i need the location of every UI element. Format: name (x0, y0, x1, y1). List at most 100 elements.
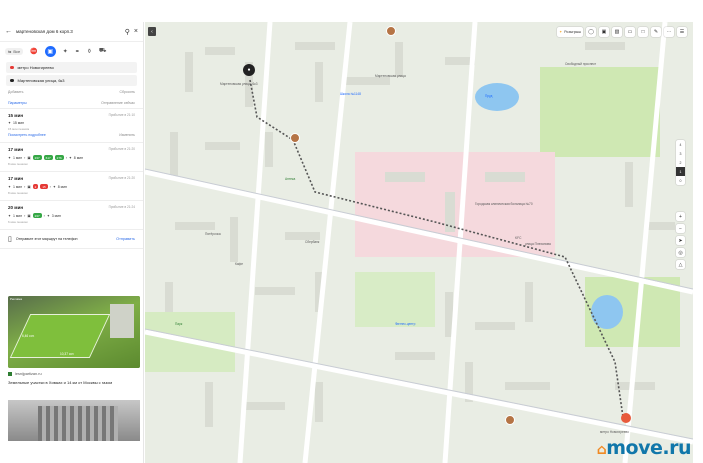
route-note: 8 мин пешком (8, 162, 28, 166)
map-label-poi[interactable]: Аптека (285, 177, 295, 181)
params-button[interactable]: Параметры (8, 101, 27, 105)
walk-duration: 1 мин (12, 184, 23, 189)
map-canvas[interactable]: Мартеновская улица, 6к3 Мартеновская ули… (145, 22, 693, 463)
route-step: 15 мин (12, 121, 25, 125)
ad-banner[interactable]: Реклама 6,46 сот. 10,37 сот. (8, 296, 140, 368)
zoom-in-icon[interactable]: + (676, 212, 685, 221)
route-option[interactable]: 20 мин Прибытие в 21:24 ✦ 1 мин › ▣ 237 › ✦ 3… (0, 201, 143, 230)
locate-icon[interactable]: ➤ (676, 236, 685, 245)
collapse-panel-icon[interactable]: ‹ (148, 27, 156, 36)
zoom-out-icon[interactable]: − (676, 224, 685, 233)
bus-layer-icon[interactable]: ▭ (625, 27, 635, 37)
route-option[interactable]: 17 мин Прибытие в 21:20 ✦ 1 мин › ▣ 2 15 › ✦… (0, 172, 143, 201)
search-icon[interactable]: ⚲ (125, 28, 130, 36)
route-time: 20 мин (8, 205, 24, 210)
floor-level[interactable]: 0 (676, 176, 685, 185)
photo-marker[interactable] (505, 415, 515, 425)
arrow-left-icon[interactable]: ← (5, 28, 12, 35)
ad-area-label: 10,37 сот. (60, 352, 75, 356)
change-link[interactable]: Изменить (119, 133, 135, 137)
route-option[interactable]: 17 мин Прибытие в 21:20 ✦ 1 мин › ▣ 237 617… (0, 143, 143, 172)
promo-button[interactable]: ✦ Розыгрыш (557, 27, 583, 37)
ad-source[interactable]: lesnijpartizan.ru (8, 372, 42, 376)
user-avatar[interactable] (386, 26, 396, 36)
floor-level-current[interactable]: 1 (676, 167, 685, 176)
building-shape (38, 406, 118, 441)
walk-duration: 8 мин (73, 155, 84, 160)
send-button[interactable]: Отправить (116, 237, 135, 241)
floor-selector: 4 3 2 1 0 (676, 140, 685, 185)
route-to-value: Мартеновская улица, 6к3 (17, 78, 65, 83)
floor-level[interactable]: 3 (676, 149, 685, 158)
send-text: Отправьте этот маршрут на телефон (15, 236, 78, 241)
close-icon[interactable]: × (134, 28, 138, 35)
reset-link[interactable]: Сбросить (119, 90, 135, 94)
map-label-poi[interactable]: Сбербанк (305, 240, 319, 244)
map-label-poi[interactable]: Фитнес-центр (395, 322, 415, 326)
scooter-icon[interactable]: ⚱ (87, 48, 92, 55)
walk-duration: 1 мин (12, 155, 23, 160)
route-arrival: Прибытие в 21:20 (108, 147, 135, 151)
photo-marker[interactable] (290, 133, 300, 143)
ad-area-label: 6,46 сот. (22, 334, 35, 338)
start-pin-icon[interactable]: ● (243, 64, 255, 76)
pond-shape (591, 295, 623, 329)
route-note: 6 мин пешком (8, 220, 28, 224)
walk-duration: 1 мин (12, 213, 23, 218)
map-label-poi[interactable]: Школа №1148 (340, 92, 361, 96)
search-input[interactable]: мартеновская дом 6 корп.3 (16, 29, 121, 34)
transit-icon[interactable]: ▣ (44, 45, 56, 57)
chevron-right-icon: › (49, 184, 51, 189)
map-label-poi[interactable]: Пятёрочка (205, 232, 221, 236)
layers-icon[interactable]: ◯ (586, 27, 596, 37)
route-from-field[interactable]: метро Новогиреево (6, 62, 137, 73)
transport-icon[interactable]: ▧ (612, 27, 622, 37)
route-to-field[interactable]: Мартеновская улица, 6к3 (6, 75, 137, 86)
search-bar: ← мартеновская дом 6 корп.3 ⚲ × (0, 22, 143, 42)
ruler-icon[interactable]: ✎ (651, 27, 661, 37)
map-label-poi[interactable]: Кафе (235, 262, 243, 266)
tram-icon: ▣ (27, 184, 31, 189)
map-label-metro[interactable]: метро Новогиреево (600, 430, 629, 434)
chevron-right-icon: › (43, 213, 45, 218)
route-chip: 15 (40, 184, 48, 189)
menu-icon[interactable]: ☰ (677, 27, 687, 37)
walk-icon: ✦ (46, 213, 50, 218)
bookmarks-icon[interactable]: □ (638, 27, 648, 37)
map-label-start: Мартеновская улица, 6к3 (220, 82, 258, 86)
bike-icon[interactable]: ⚭ (75, 48, 80, 55)
phone-icon: ▯ (8, 236, 12, 243)
chevron-right-icon: › (24, 213, 26, 218)
route-arrival: Прибытие в 21:10 (108, 113, 135, 117)
walk-icon[interactable]: ✦ (63, 48, 68, 55)
walk-icon: ✦ (8, 184, 11, 189)
compass-icon[interactable]: ◎ (676, 248, 685, 257)
to-dot-icon (10, 78, 14, 83)
more-icon[interactable]: ⋯ (664, 27, 674, 37)
map-label-poi[interactable]: KFC (515, 236, 521, 240)
ad-title[interactable]: Земельные участки в Химках и 14 км от Мо… (8, 380, 138, 385)
floor-level[interactable]: 4 (676, 140, 685, 149)
map-svg (145, 22, 693, 463)
taxi-icon[interactable]: ⛟ (99, 47, 107, 55)
car-icon[interactable]: ⛔ (30, 48, 37, 55)
departure-select[interactable]: Отправление сейчас (101, 101, 135, 105)
map-label-poi: Пруд (485, 94, 493, 98)
traffic-icon[interactable]: ▣ (599, 27, 609, 37)
destination-pin-icon[interactable] (621, 413, 631, 423)
mode-all[interactable]: ⇆ Все (5, 47, 24, 55)
chevron-right-icon: › (24, 155, 26, 160)
park-area (540, 67, 660, 157)
pond-shape (475, 83, 519, 111)
details-link[interactable]: Посмотреть подробнее (8, 133, 46, 137)
floor-level[interactable]: 2 (676, 158, 685, 167)
ad-photo[interactable] (8, 400, 140, 441)
ad-tag: Реклама (10, 297, 23, 301)
threed-icon[interactable]: △ (676, 260, 685, 269)
route-option[interactable]: 15 мин Прибытие в 21:10 ✦ 15 мин 15 мин пе… (0, 109, 143, 143)
map-label-street: Мартеновская улица (375, 74, 406, 78)
map-label-poi[interactable]: Городская клиническая больница №70 (475, 202, 533, 206)
add-point-link[interactable]: Добавить (8, 90, 23, 94)
params-row: Параметры Отправление сейчас (0, 96, 143, 109)
ad-source-text: lesnijpartizan.ru (15, 372, 42, 376)
